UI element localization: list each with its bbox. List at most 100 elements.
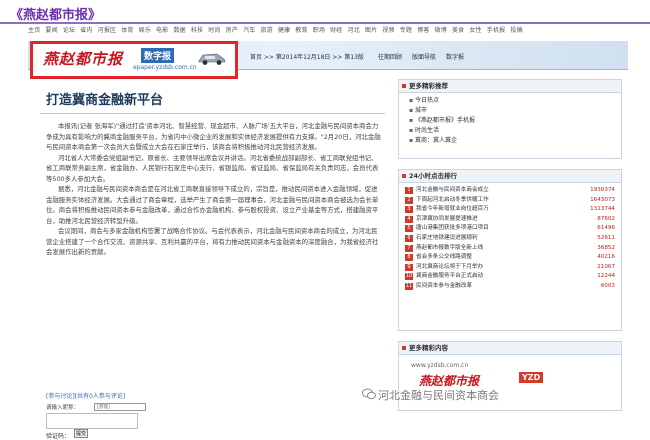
recommend-list: 今日热点城市《燕赵都市报》手机报时尚生活冀商：冀人冀企: [399, 93, 621, 146]
nav-item[interactable]: 时尚: [208, 27, 220, 34]
rank-title[interactable]: 冀商金融服务平台正式启动: [416, 273, 483, 279]
rank-item[interactable]: 8 省会多条公交线路调整 40216: [405, 253, 621, 263]
rank-count: 61496: [597, 225, 615, 232]
banner-link[interactable]: 版面导航: [412, 54, 436, 61]
rank-number: 1: [405, 187, 413, 194]
nav-item[interactable]: 电影: [156, 27, 168, 34]
recommend-item[interactable]: 今日热点: [409, 96, 621, 106]
nav-item[interactable]: 视频: [382, 27, 394, 34]
logo-url: epaper.yzdsb.com.cn: [133, 64, 197, 71]
nav-item[interactable]: 论坛: [63, 27, 75, 34]
rank-number: 9: [405, 263, 413, 271]
title-divider: [0, 22, 650, 24]
digital-badge: 数字报: [141, 48, 175, 63]
rank-number: 8: [405, 254, 413, 262]
recommend-title: 更多精彩推荐: [399, 80, 621, 93]
nav-item[interactable]: 汽车: [243, 27, 255, 34]
nav-item[interactable]: 娱乐: [139, 27, 151, 34]
rank-number: 10: [405, 273, 413, 281]
ad-badge: YZD: [519, 372, 544, 383]
newspaper-page: 首页 >> 第2014年12月18日 >> 第13版 往期回顾 版面导航 数字报 燕…: [28, 41, 628, 440]
nav-item[interactable]: 图片: [365, 27, 377, 34]
article-title: 打造冀商金融新平台: [46, 93, 164, 108]
rank-count: 36852: [597, 244, 615, 251]
rank-item[interactable]: 9 河北冀商论坛将于下月举办 21067: [405, 263, 621, 273]
article-divider: [40, 113, 385, 114]
nav-item[interactable]: 职场: [313, 27, 325, 34]
comment-section: [参与讨论][共有0人参与评论] 请输入昵称： 验证码： 提交: [46, 391, 166, 440]
rank-title[interactable]: 石家庄地铁建设进展顺利: [416, 235, 478, 241]
recommend-item[interactable]: 时尚生活: [409, 126, 621, 136]
rank-item[interactable]: 11 民间资本参与金融改革 6003: [405, 282, 621, 292]
rank-number: 7: [405, 244, 413, 252]
nav-item[interactable]: 财经: [330, 27, 342, 34]
rank-item[interactable]: 3 我省今年新增就业岗位超百万 1313744: [405, 205, 621, 215]
submit-button[interactable]: 提交: [74, 429, 88, 438]
rank-number: 5: [405, 225, 413, 233]
rank-count: 6003: [600, 282, 615, 289]
rank-title[interactable]: 京津冀协同发展提速推进: [416, 216, 478, 222]
rank-title[interactable]: 河北冀商论坛将于下月举办: [416, 264, 483, 270]
rank-item[interactable]: 7 燕赵都市报数字版全新上线 36852: [405, 244, 621, 254]
recommend-item[interactable]: 城市: [409, 106, 621, 116]
rank-title[interactable]: 下周起河北启动冬季供暖工作: [416, 197, 489, 203]
rank-count: 12244: [597, 273, 615, 280]
banner-breadcrumb[interactable]: 首页 >> 第2014年12月18日 >> 第13版: [250, 52, 364, 61]
nav-item[interactable]: 女性: [469, 27, 481, 34]
nav-item[interactable]: 健康: [278, 27, 290, 34]
nav-item[interactable]: 体育: [121, 27, 133, 34]
rank-count: 40216: [597, 254, 615, 261]
logo-highlight-box[interactable]: 燕赵都市报 数字报 epaper.yzdsb.com.cn: [30, 41, 238, 79]
banner-link[interactable]: 数字报: [446, 54, 464, 61]
rank-item[interactable]: 1 河北金融与民间资本商会成立 1930374: [405, 186, 621, 196]
nav-item[interactable]: 要闻: [45, 27, 57, 34]
comment-textarea[interactable]: [46, 413, 138, 429]
rank-count: 1643073: [590, 196, 615, 203]
nav-item[interactable]: 主页: [28, 27, 40, 34]
nav-item[interactable]: 教育: [295, 27, 307, 34]
rank-item[interactable]: 4 京津冀协同发展提速推进 87602: [405, 215, 621, 225]
watermark: 河北金融与民间资本商会: [378, 389, 499, 402]
logo-text: 燕赵都市报: [43, 50, 124, 68]
nav-item[interactable]: 数据: [173, 27, 185, 34]
recommend-item[interactable]: 冀商：冀人冀企: [409, 136, 621, 146]
rank-number: 2: [405, 196, 413, 204]
nav-item[interactable]: 科技: [191, 27, 203, 34]
rank-title[interactable]: 我省今年新增就业岗位超百万: [416, 206, 489, 212]
nav-item[interactable]: 投稿: [510, 27, 522, 34]
rank-count: 87602: [597, 215, 615, 222]
banner-link[interactable]: 往期回顾: [378, 54, 402, 61]
rank-title[interactable]: 省会多条公交线路调整: [416, 254, 472, 260]
ad-url[interactable]: www.yzdsb.com.cn: [411, 362, 468, 369]
rank-number: 6: [405, 234, 413, 242]
nav-item[interactable]: 微博: [435, 27, 447, 34]
rank-title[interactable]: 民间资本参与金融改革: [416, 283, 472, 289]
nav-item[interactable]: 手机报: [487, 27, 506, 34]
article-paragraph: 据悉，河北金融与民间资本商会是在河北省工商联直接领导下成立的，宗旨是，推动民间资…: [46, 185, 379, 225]
recommend-item[interactable]: 《燕赵都市报》手机报: [409, 116, 621, 126]
rank-item[interactable]: 5 唐山港集团获批多项港口项目 61496: [405, 224, 621, 234]
rank-count: 52611: [597, 234, 615, 241]
nav-item[interactable]: 河报区: [98, 27, 117, 34]
nav-item[interactable]: 省内: [80, 27, 92, 34]
rank-item[interactable]: 2 下周起河北启动冬季供暖工作 1643073: [405, 196, 621, 206]
rank-title[interactable]: 燕赵都市报数字版全新上线: [416, 245, 483, 251]
article-paragraph: 会议期间，商会与多家金融机构签署了战略合作协议。与会代表表示，河北金融与民间资本…: [46, 227, 379, 256]
rank-title[interactable]: 河北金融与民间资本商会成立: [416, 187, 489, 193]
comment-link[interactable]: [参与讨论][共有0人参与评论]: [46, 391, 166, 400]
rank-item[interactable]: 6 石家庄地铁建设进展顺利 52611: [405, 234, 621, 244]
nav-item[interactable]: 专题: [400, 27, 412, 34]
nav-item[interactable]: 美食: [452, 27, 464, 34]
rank-title[interactable]: 唐山港集团获批多项港口项目: [416, 225, 489, 231]
nav-item[interactable]: 房产: [226, 27, 238, 34]
rank-number: 4: [405, 215, 413, 223]
nav-item[interactable]: 旅游: [260, 27, 272, 34]
article-paragraph: 本报讯(记者 张海军)"通过打造'资本河北、智慧经营、现金超市、人脉广场'五大平…: [46, 122, 381, 151]
article-body: 本报讯(记者 张海军)"通过打造'资本河北、智慧经营、现金超市、人脉广场'五大平…: [46, 121, 381, 258]
article: 打造冀商金融新平台 本报讯(记者 张海军)"通过打造'资本河北、智慧经营、现金超…: [40, 79, 385, 440]
nav-item[interactable]: 博客: [417, 27, 429, 34]
nav-item[interactable]: 河北: [348, 27, 360, 34]
ranking-panel: 24小时点击排行 1 河北金融与民间资本商会成立 1930374 2 下周起河北启动冬季…: [398, 169, 622, 331]
nickname-input[interactable]: [94, 403, 146, 411]
rank-item[interactable]: 10 冀商金融服务平台正式启动 12244: [405, 272, 621, 282]
